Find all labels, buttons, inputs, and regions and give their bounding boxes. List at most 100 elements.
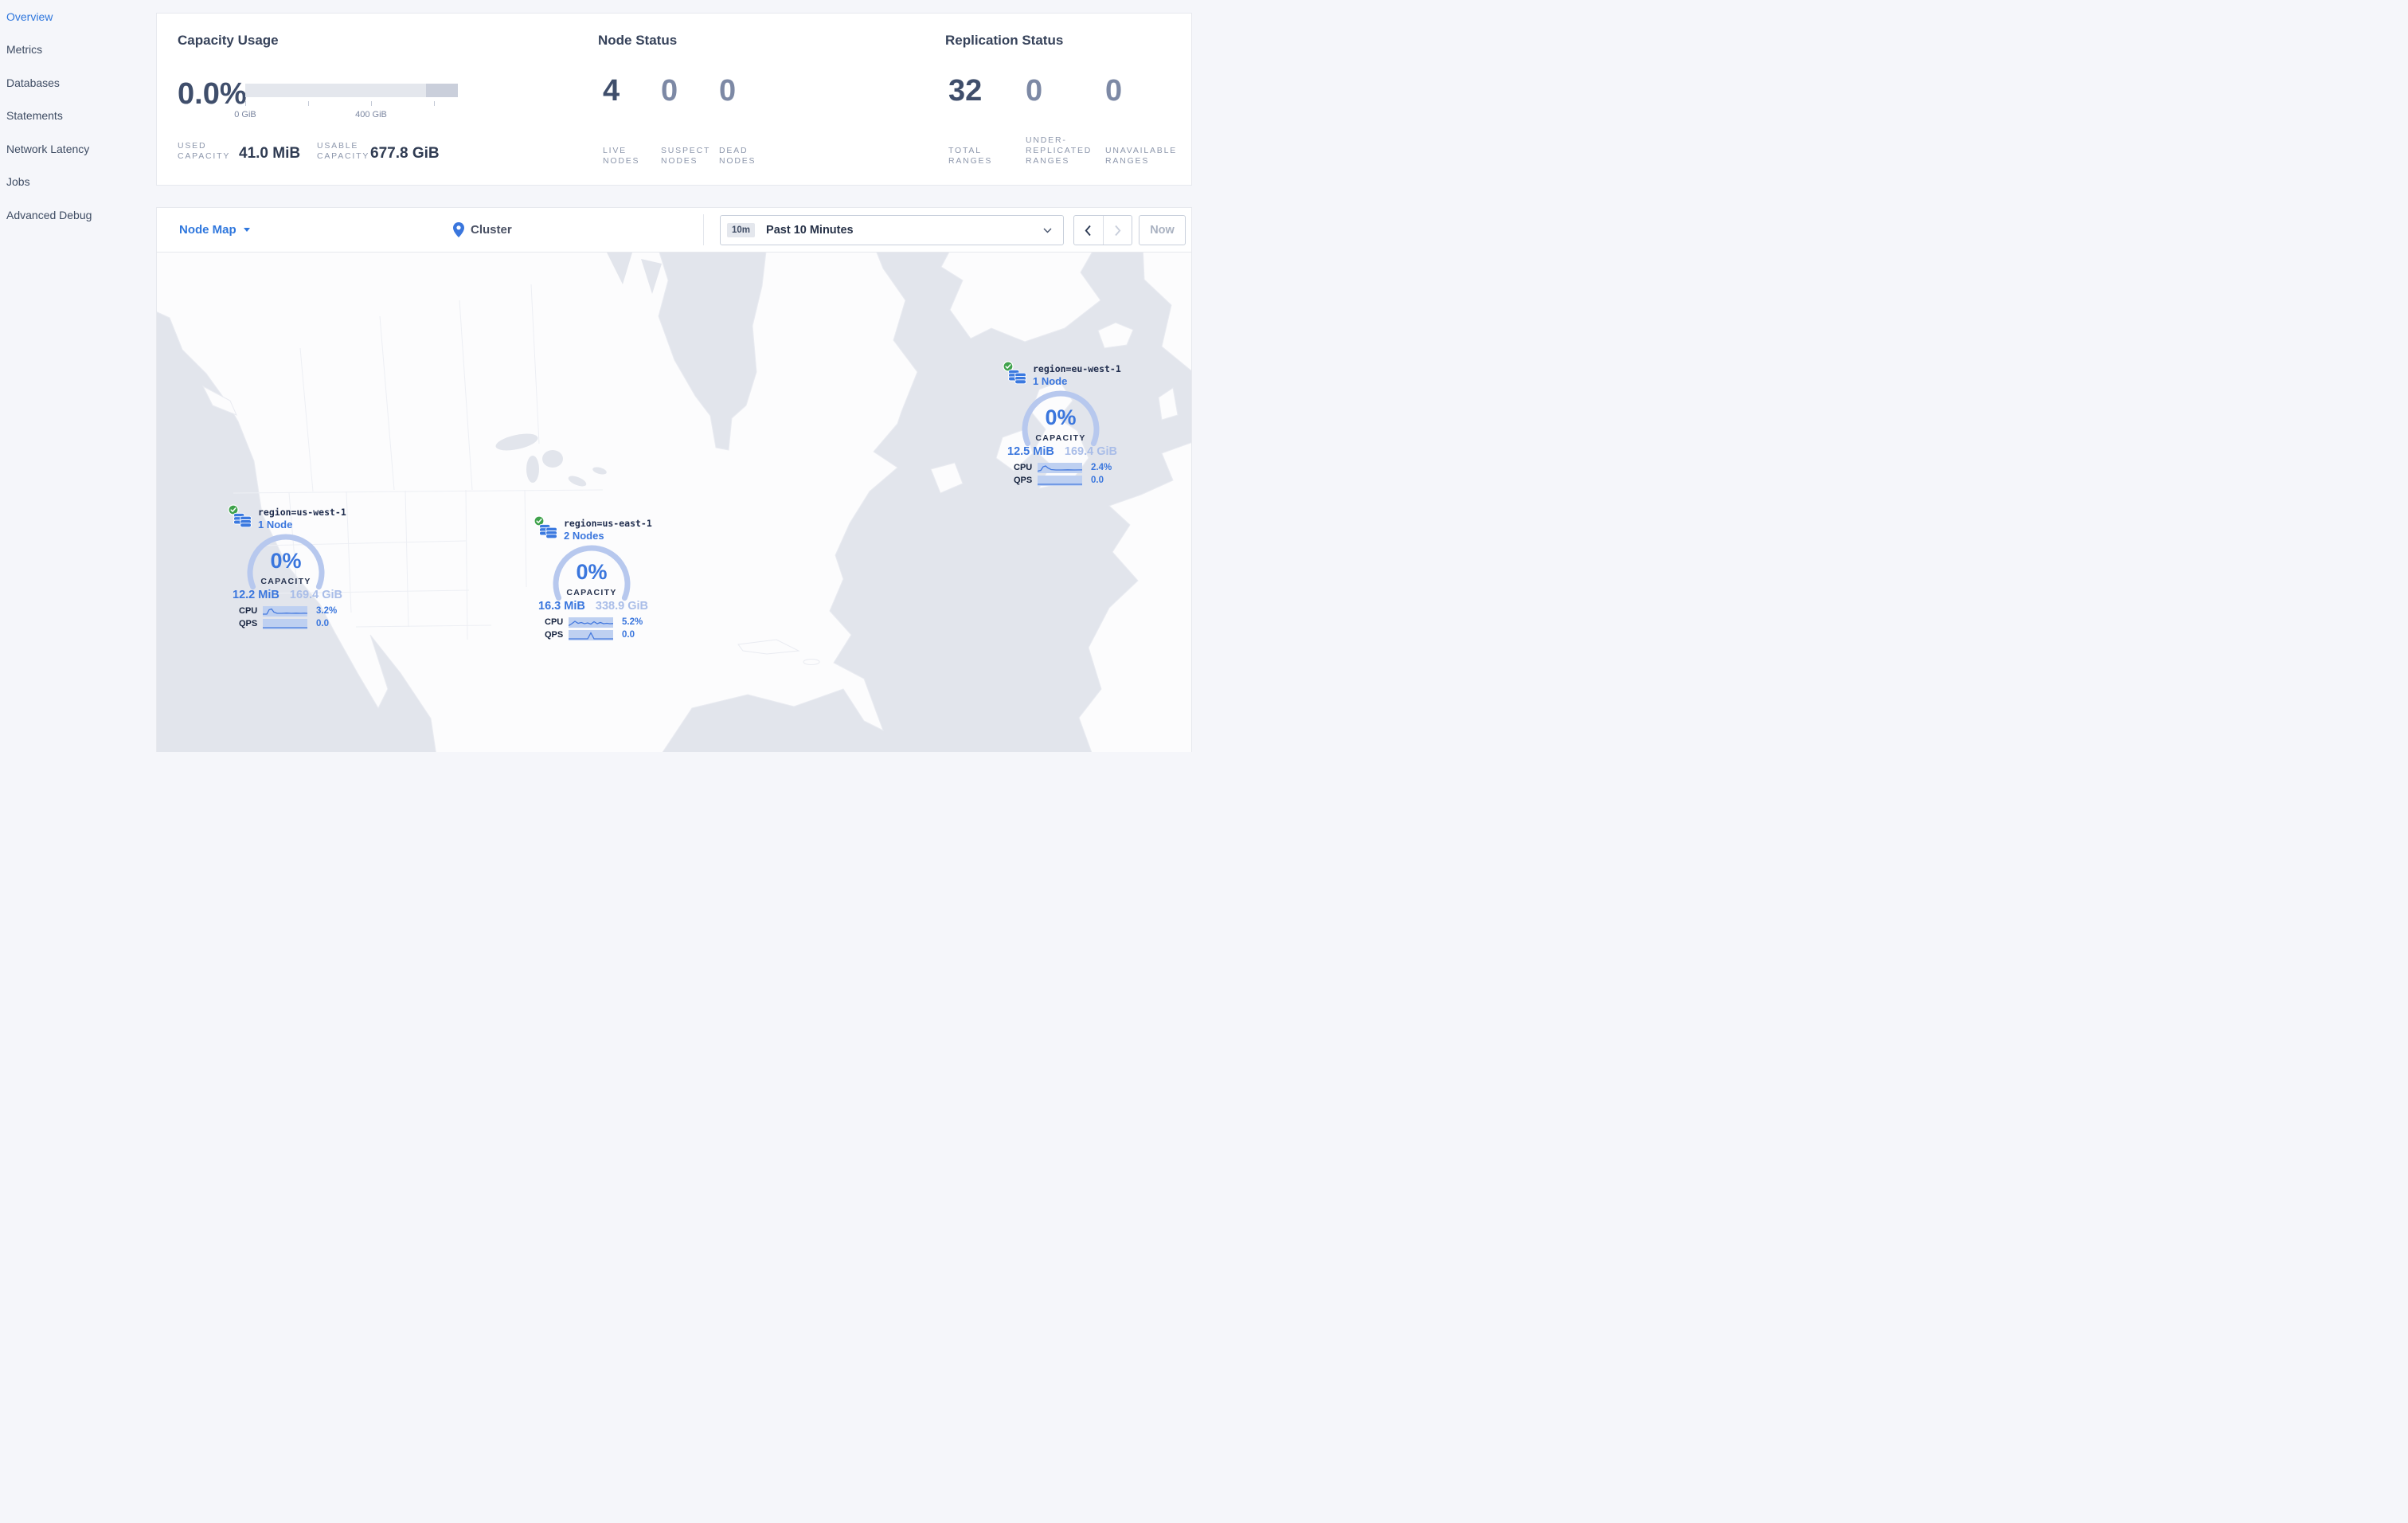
suspect-nodes-label: SUSPECT NODES	[661, 146, 711, 166]
under-replicated-ranges-stat: 0 UNDER-REPLICATED RANGES	[1026, 76, 1105, 166]
capacity-total-value: 338.9 GiB	[595, 600, 648, 613]
locality-name: region=eu-west-1	[1033, 363, 1121, 374]
suspect-nodes-stat: 0 SUSPECT NODES	[661, 76, 719, 166]
time-forward-button[interactable]	[1104, 216, 1132, 245]
qps-label: QPS	[1014, 476, 1033, 485]
replication-stats: 32 TOTAL RANGES 0 UNDER-REPLICATED RANGE…	[948, 76, 1186, 166]
map-pin-icon	[453, 222, 464, 237]
capacity-axis-tick	[371, 101, 372, 106]
toolbar-divider	[703, 214, 704, 245]
chevron-right-icon	[1115, 225, 1121, 236]
locality-widget-eu-west-1[interactable]: region=eu-west-1 1 Node 0% CAPACITY 12.5…	[1001, 361, 1121, 488]
capacity-axis-label-0: 0 GiB	[234, 110, 256, 119]
suspect-nodes-value: 0	[661, 74, 678, 108]
cpu-sparkline	[263, 605, 307, 617]
capacity-axis-tick	[434, 101, 435, 106]
capacity-percent: 0%	[270, 549, 302, 573]
capacity-label: CAPACITY	[566, 588, 617, 597]
now-button[interactable]: Now	[1139, 215, 1186, 245]
replication-status-title: Replication Status	[945, 33, 1064, 48]
view-mode-label: Node Map	[179, 223, 236, 237]
sidebar: Overview Metrics Databases Statements Ne…	[0, 0, 156, 762]
capacity-bar	[245, 84, 458, 97]
europe-landmass	[1078, 442, 1191, 752]
time-range-badge: 10m	[727, 223, 756, 237]
locality-name: region=us-east-1	[564, 518, 652, 529]
capacity-total-value: 169.4 GiB	[289, 589, 342, 601]
capacity-percent: 0%	[1045, 405, 1077, 429]
time-step-buttons	[1073, 215, 1132, 245]
sidebar-item-jobs[interactable]: Jobs	[0, 166, 156, 199]
breadcrumb-label: Cluster	[471, 223, 512, 237]
qps-value: 0.0	[316, 619, 329, 628]
capacity-gauge: 0% CAPACITY	[246, 533, 326, 593]
unavailable-ranges-stat: 0 UNAVAILABLE RANGES	[1105, 76, 1186, 166]
iceland-island	[1097, 322, 1134, 349]
under-replicated-ranges-label: UNDER-REPLICATED RANGES	[1026, 135, 1093, 166]
locality-node-count: 1 Node	[1033, 375, 1068, 387]
node-map-toolbar: Node Map Cluster 10m Past 10 Minutes Now	[157, 208, 1191, 253]
dead-nodes-value: 0	[719, 74, 737, 108]
qps-label: QPS	[239, 619, 258, 628]
capacity-label: CAPACITY	[260, 577, 311, 586]
dead-nodes-stat: 0 DEAD NODES	[719, 76, 777, 166]
cpu-label: CPU	[545, 617, 564, 627]
cpu-label: CPU	[239, 606, 258, 616]
capacity-total-value: 169.4 GiB	[1064, 445, 1117, 458]
live-nodes-label: LIVE NODES	[603, 146, 640, 166]
node-status-title: Node Status	[598, 33, 678, 48]
qps-sparkline	[569, 629, 613, 640]
db-console-overview-page: Overview Metrics Databases Statements Ne…	[0, 0, 1204, 762]
dead-nodes-label: DEAD NODES	[719, 146, 756, 166]
now-button-label: Now	[1150, 224, 1175, 237]
hispaniola-island	[803, 659, 820, 665]
view-mode-dropdown[interactable]: Node Map	[179, 208, 250, 252]
capacity-gauge: 0% CAPACITY	[552, 544, 631, 605]
total-ranges-label: TOTAL RANGES	[948, 146, 993, 166]
sidebar-item-metrics[interactable]: Metrics	[0, 33, 156, 67]
time-back-button[interactable]	[1074, 216, 1104, 245]
capacity-label: CAPACITY	[1035, 433, 1086, 443]
cpu-label: CPU	[1014, 463, 1033, 472]
greenland-landmass	[940, 253, 1101, 343]
under-replicated-ranges-value: 0	[1026, 74, 1043, 108]
cpu-value: 5.2%	[622, 617, 643, 627]
north-america-landmass	[157, 253, 918, 752]
qps-value: 0.0	[622, 630, 635, 640]
locality-node-count: 2 Nodes	[564, 530, 604, 542]
chevron-down-icon	[1043, 228, 1052, 233]
capacity-bar-tail	[425, 84, 458, 97]
cpu-sparkline	[569, 617, 613, 628]
sidebar-item-statements[interactable]: Statements	[0, 100, 156, 133]
locality-widget-us-east-1[interactable]: region=us-east-1 2 Nodes 0% CAPACITY 16.…	[532, 515, 652, 643]
time-range-dropdown[interactable]: 10m Past 10 Minutes	[720, 215, 1064, 245]
capacity-used-value: 12.5 MiB	[1007, 445, 1054, 458]
qps-sparkline	[1038, 475, 1082, 486]
newfoundland-island	[930, 462, 964, 494]
node-map-panel: Node Map Cluster 10m Past 10 Minutes Now…	[156, 207, 1192, 752]
qps-label: QPS	[545, 630, 564, 640]
jutland-peninsula	[1158, 387, 1179, 421]
database-stack-icon	[233, 512, 252, 528]
node-status-stats: 4 LIVE NODES 0 SUSPECT NODES 0 DEAD NODE…	[603, 76, 777, 166]
capacity-used-value: 12.2 MiB	[233, 589, 280, 601]
capacity-axis-label-400: 400 GiB	[355, 110, 387, 119]
locality-name: region=us-west-1	[258, 507, 346, 518]
capacity-axis-tick	[245, 101, 246, 106]
locality-widget-us-west-1[interactable]: region=us-west-1 1 Node 0% CAPACITY 12.2…	[226, 504, 346, 632]
live-nodes-stat: 4 LIVE NODES	[603, 76, 661, 166]
live-nodes-value: 4	[603, 74, 620, 108]
sidebar-item-network-latency[interactable]: Network Latency	[0, 132, 156, 166]
qps-value: 0.0	[1091, 476, 1104, 485]
breadcrumb[interactable]: Cluster	[453, 208, 512, 252]
cpu-sparkline	[1038, 462, 1082, 473]
sidebar-item-overview[interactable]: Overview	[0, 0, 156, 33]
sidebar-item-advanced-debug[interactable]: Advanced Debug	[0, 198, 156, 232]
database-stack-icon	[539, 523, 557, 539]
used-capacity-label: USED CAPACITY	[178, 141, 231, 161]
total-ranges-value: 32	[948, 74, 983, 108]
qps-sparkline	[263, 618, 307, 629]
sidebar-item-databases[interactable]: Databases	[0, 66, 156, 100]
capacity-used-percent: 0.0%	[178, 77, 247, 111]
time-range-label: Past 10 Minutes	[766, 224, 854, 237]
